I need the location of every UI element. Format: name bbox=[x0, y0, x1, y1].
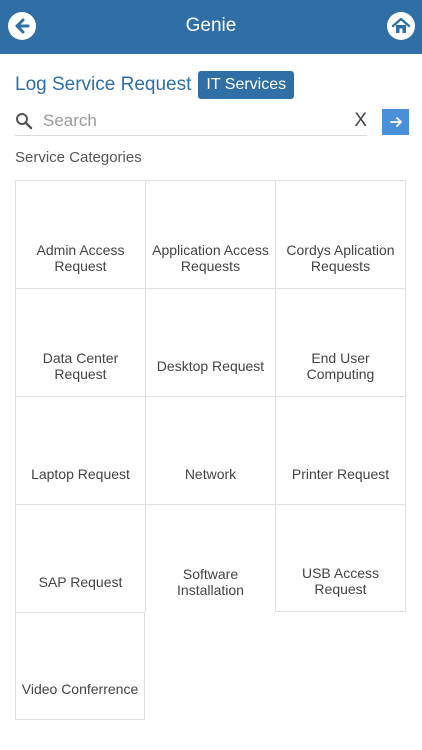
category-grid: Admin Access Request Application Access … bbox=[15, 180, 406, 720]
app-screen: Genie Log Service Request IT Services X … bbox=[0, 0, 422, 750]
category-label: USB Access Request bbox=[301, 565, 380, 597]
category-tile[interactable]: Application Access Requests bbox=[145, 180, 275, 288]
category-tile[interactable]: Cordys Aplication Requests bbox=[275, 180, 406, 288]
category-label: Desktop Request bbox=[156, 357, 265, 374]
category-tile[interactable]: Software Installation bbox=[145, 504, 275, 612]
category-label: End User Computing bbox=[306, 349, 375, 382]
section-label: Service Categories bbox=[15, 149, 142, 166]
category-label: Cordys Aplication Requests bbox=[286, 241, 395, 274]
search-icon bbox=[16, 113, 33, 130]
category-label: Printer Request bbox=[291, 465, 390, 482]
category-tile[interactable]: Laptop Request bbox=[15, 396, 145, 504]
category-tile[interactable]: Data Center Request bbox=[15, 288, 145, 396]
category-tile[interactable]: Network bbox=[145, 396, 275, 504]
category-label: Laptop Request bbox=[31, 465, 130, 482]
category-tile[interactable]: Printer Request bbox=[275, 396, 406, 504]
clear-search-button[interactable]: X bbox=[354, 110, 367, 132]
search-input[interactable] bbox=[43, 109, 343, 133]
category-label: SAP Request bbox=[38, 573, 123, 590]
category-badge: IT Services bbox=[198, 71, 295, 99]
home-button[interactable] bbox=[387, 12, 415, 40]
category-label: Video Conferrence bbox=[21, 681, 139, 697]
category-tile[interactable]: Admin Access Request bbox=[15, 180, 145, 288]
search-go-button[interactable] bbox=[382, 109, 409, 135]
category-label: Admin Access Request bbox=[36, 241, 125, 274]
home-icon bbox=[391, 17, 411, 33]
category-tile[interactable]: USB Access Request bbox=[275, 504, 406, 612]
category-label: Software Installation bbox=[177, 565, 244, 598]
category-tile[interactable]: End User Computing bbox=[275, 288, 406, 396]
page-title-bar: Log Service Request IT Services bbox=[15, 70, 295, 100]
category-label: Application Access Requests bbox=[152, 241, 269, 274]
page-title: Log Service Request bbox=[15, 74, 192, 95]
category-label: Network bbox=[184, 465, 237, 482]
category-tile[interactable]: Video Conferrence bbox=[15, 612, 145, 720]
category-tile[interactable]: Desktop Request bbox=[145, 288, 275, 396]
search-bar: X bbox=[15, 108, 367, 136]
app-header: Genie bbox=[0, 0, 422, 54]
arrow-right-icon bbox=[389, 117, 402, 127]
app-title: Genie bbox=[185, 15, 237, 36]
category-tile[interactable]: SAP Request bbox=[15, 504, 145, 612]
category-label: Data Center Request bbox=[42, 349, 119, 382]
